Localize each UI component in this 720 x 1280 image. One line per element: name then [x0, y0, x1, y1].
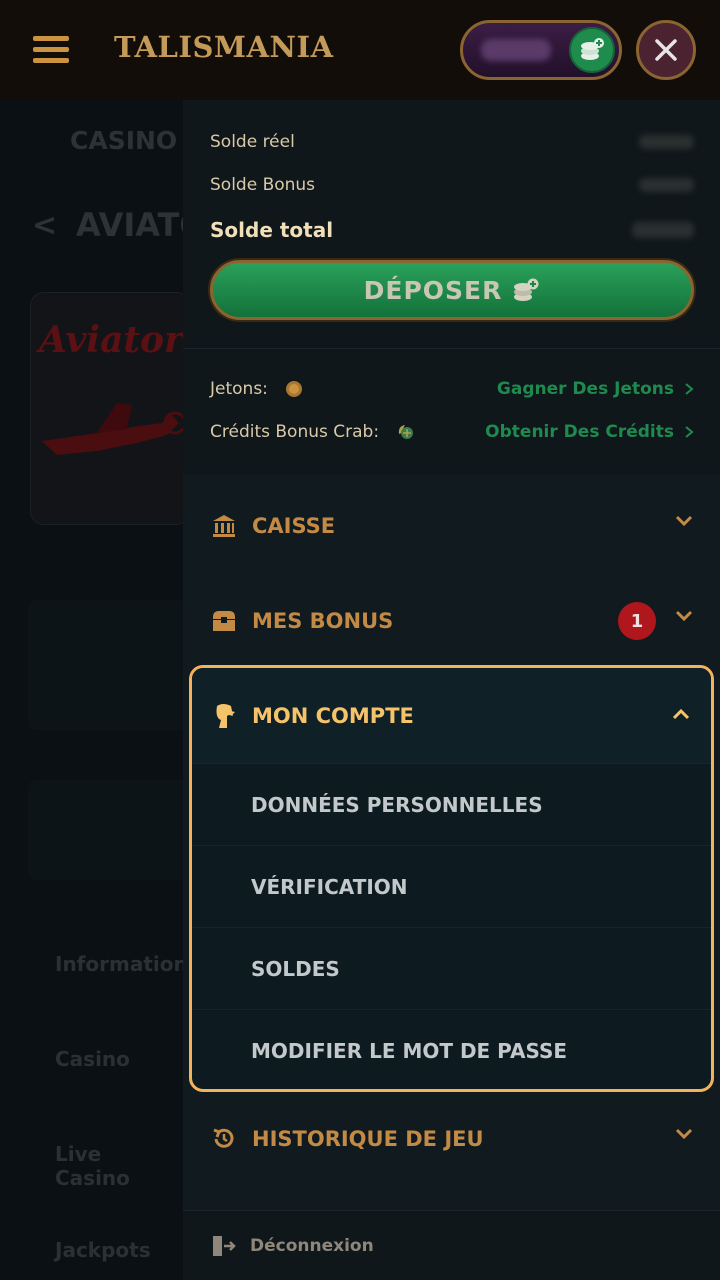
real-balance-value-hidden [639, 135, 694, 149]
jeton-coin-icon [285, 381, 302, 397]
bonus-balance-row: Solde Bonus [210, 175, 694, 195]
menu-item-caisse[interactable]: CAISSE [183, 478, 720, 573]
menu-item-game-history[interactable]: HISTORIQUE DE JEU [183, 1091, 720, 1186]
account-section-expanded: MON COMPTE DONNÉES PERSONNELLES VÉRIFICA… [189, 665, 714, 1092]
logout-button[interactable]: Déconnexion [183, 1210, 720, 1280]
hamburger-menu-icon[interactable] [33, 36, 69, 64]
total-balance-label: Solde total [210, 218, 334, 242]
talismania-logo[interactable]: TALISMANIA [114, 30, 334, 64]
bg-link-live-casino: Live Casino [55, 1142, 130, 1190]
chevron-down-icon [675, 515, 693, 527]
menu-item-account[interactable]: MON COMPTE [192, 668, 711, 763]
coins-plus-icon [514, 278, 539, 301]
bg-block [28, 600, 188, 730]
bg-game-card: Aviator [30, 292, 190, 525]
chevron-down-icon [675, 1128, 693, 1140]
real-balance-label: Solde réel [210, 132, 295, 152]
account-item-balances[interactable]: SOLDES [192, 927, 711, 1009]
balances-label: SOLDES [251, 956, 340, 981]
total-balance-row: Solde total [210, 218, 694, 242]
chevron-right-icon [685, 383, 694, 395]
account-item-verification[interactable]: VÉRIFICATION [192, 845, 711, 927]
bg-link-informations: Informations [55, 952, 200, 976]
bonus-balance-value-hidden [639, 178, 694, 192]
treasure-chest-icon [210, 607, 238, 635]
account-label: MON COMPTE [252, 703, 414, 728]
earn-jetons-link[interactable]: Gagner Des Jetons [497, 379, 694, 399]
bonus-label: MES BONUS [252, 608, 394, 633]
bg-block [28, 780, 188, 880]
change-password-label: MODIFIER LE MOT DE PASSE [251, 1038, 568, 1063]
pharaoh-head-icon [210, 702, 238, 730]
tokens-section: Jetons: Gagner Des Jetons Crédits Bonus … [183, 348, 720, 474]
close-drawer-button[interactable] [636, 20, 696, 80]
get-crab-credits-label: Obtenir Des Crédits [485, 422, 674, 442]
bg-casino-label: CASINO [70, 126, 178, 155]
history-clock-icon [210, 1125, 238, 1153]
deposit-button[interactable]: DÉPOSER [210, 260, 694, 320]
plane-icon [42, 403, 187, 455]
jetons-label: Jetons: [210, 379, 268, 399]
logout-icon [213, 1235, 236, 1256]
bank-icon [210, 512, 238, 540]
account-drawer: Solde réel Solde Bonus Solde total DÉPOS… [183, 100, 720, 1280]
bonus-balance-label: Solde Bonus [210, 175, 316, 195]
crab-credit-icon [398, 425, 414, 439]
top-bar: TALISMANIA [0, 0, 720, 100]
verification-label: VÉRIFICATION [251, 874, 408, 899]
chevron-right-icon [685, 426, 694, 438]
bg-game-card-title: Aviator [39, 319, 183, 361]
background-page: CASINO < AVIATO Aviator Informations Cas… [0, 100, 207, 1280]
close-icon [655, 39, 677, 61]
earn-jetons-label: Gagner Des Jetons [496, 379, 674, 399]
crab-credits-label: Crédits Bonus Crab: [210, 422, 380, 442]
chevron-up-icon [672, 708, 690, 720]
account-item-personal-data[interactable]: DONNÉES PERSONNELLES [192, 763, 711, 845]
bonus-count-badge: 1 [618, 602, 656, 640]
game-history-label: HISTORIQUE DE JEU [252, 1126, 484, 1151]
personal-data-label: DONNÉES PERSONNELLES [251, 792, 543, 817]
jetons-row: Jetons: Gagner Des Jetons [210, 379, 694, 399]
total-balance-value-hidden [632, 222, 694, 238]
get-crab-credits-link[interactable]: Obtenir Des Crédits [485, 422, 694, 442]
bg-back-icon: < [32, 208, 58, 243]
deposit-label: DÉPOSER [363, 275, 503, 305]
caisse-label: CAISSE [252, 513, 336, 538]
balance-pill[interactable] [460, 20, 622, 80]
balance-section: Solde réel Solde Bonus Solde total DÉPOS… [183, 100, 720, 348]
menu-item-bonus[interactable]: MES BONUS 1 [183, 573, 720, 668]
account-item-change-password[interactable]: MODIFIER LE MOT DE PASSE [192, 1009, 711, 1089]
chevron-down-icon [675, 610, 693, 622]
real-balance-row: Solde réel [210, 132, 694, 152]
hidden-balance-amount [481, 39, 551, 61]
coins-deposit-icon[interactable] [569, 27, 615, 73]
crab-credits-row: Crédits Bonus Crab: Obtenir Des Crédits [210, 422, 694, 442]
bg-link-casino: Casino [55, 1047, 130, 1071]
bg-link-jackpots: Jackpots [55, 1238, 151, 1262]
logout-label: Déconnexion [250, 1235, 374, 1256]
